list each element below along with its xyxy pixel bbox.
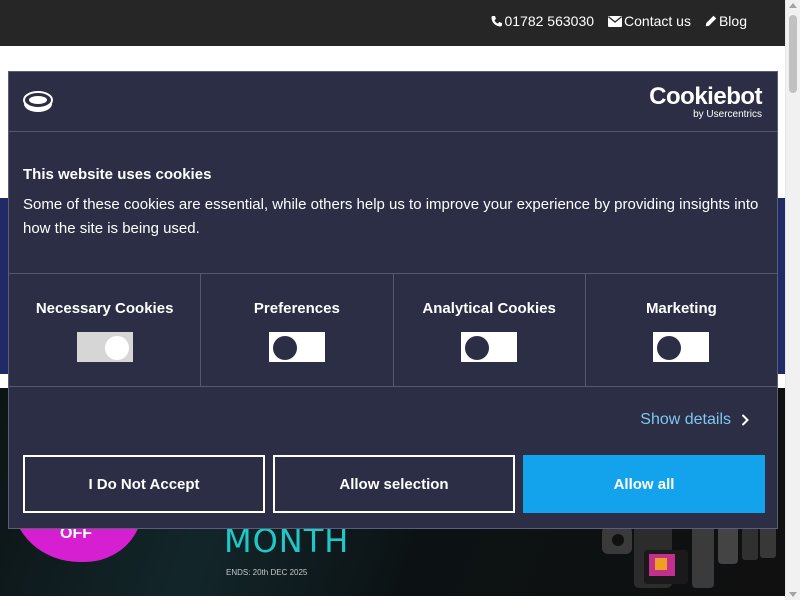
top-links: 01782 563030 Contact us Blog <box>491 13 747 29</box>
cookie-buttons: I Do Not Accept Allow selection Allow al… <box>23 455 765 513</box>
toggle-knob <box>104 336 129 360</box>
cookie-dialog-text: Some of these cookies are essential, whi… <box>23 196 759 237</box>
blog-label: Blog <box>718 13 747 29</box>
scroll-up-arrow-icon[interactable] <box>789 3 797 8</box>
cookie-dialog-body: This website uses cookies Some of these … <box>9 132 777 273</box>
category-label: Marketing <box>645 300 717 317</box>
contact-label: Contact us <box>624 13 691 29</box>
cookie-categories: Necessary Cookies Preferences Analytical… <box>9 273 777 387</box>
toggle-knob <box>272 336 297 360</box>
phone-link[interactable]: 01782 563030 <box>491 13 594 29</box>
cookie-dialog-header: Cookiebot by Usercentrics <box>9 72 777 132</box>
phone-icon <box>491 16 503 27</box>
cookiebot-brand[interactable]: Cookiebot by Usercentrics <box>649 83 762 121</box>
category-label: Preferences <box>253 300 340 317</box>
category-analytical: Analytical Cookies <box>394 274 586 386</box>
show-details-link[interactable]: Show details <box>640 411 749 429</box>
details-row: Show details <box>9 387 777 455</box>
scroll-thumb[interactable] <box>789 15 797 93</box>
allow-all-button[interactable]: Allow all <box>523 455 765 513</box>
category-label: Necessary Cookies <box>35 300 174 317</box>
chevron-right-icon <box>741 414 749 426</box>
toggle-knob <box>657 336 682 360</box>
page-scrollbar[interactable] <box>785 0 800 600</box>
deny-button[interactable]: I Do Not Accept <box>23 455 265 513</box>
category-preferences: Preferences <box>201 274 394 386</box>
preferences-toggle[interactable] <box>267 331 326 363</box>
allow-selection-button[interactable]: Allow selection <box>273 455 515 513</box>
category-necessary: Necessary Cookies <box>9 274 202 386</box>
analytical-toggle[interactable] <box>460 331 519 363</box>
show-details-label: Show details <box>640 411 731 428</box>
necessary-toggle[interactable] <box>75 331 134 363</box>
cookiebot-logo-text: Cookiebot <box>649 83 762 110</box>
cookie-logo-icon <box>23 91 53 112</box>
top-bar: 01782 563030 Contact us Blog <box>0 0 785 46</box>
pencil-icon <box>705 15 717 27</box>
marketing-toggle[interactable] <box>652 331 711 363</box>
category-marketing: Marketing <box>586 274 777 386</box>
scroll-down-arrow-icon[interactable] <box>789 592 797 597</box>
cookiebot-logo-subtext: by Usercentrics <box>693 109 762 120</box>
category-label: Analytical Cookies <box>422 300 556 317</box>
blog-link[interactable]: Blog <box>705 13 747 29</box>
envelope-icon <box>608 15 623 27</box>
contact-link[interactable]: Contact us <box>608 13 691 29</box>
phone-number: 01782 563030 <box>504 13 595 29</box>
hero-end-date: ENDS: 20th DEC 2025 <box>226 568 308 577</box>
toggle-knob <box>465 336 490 360</box>
cookie-dialog-title: This website uses cookies <box>23 166 212 183</box>
